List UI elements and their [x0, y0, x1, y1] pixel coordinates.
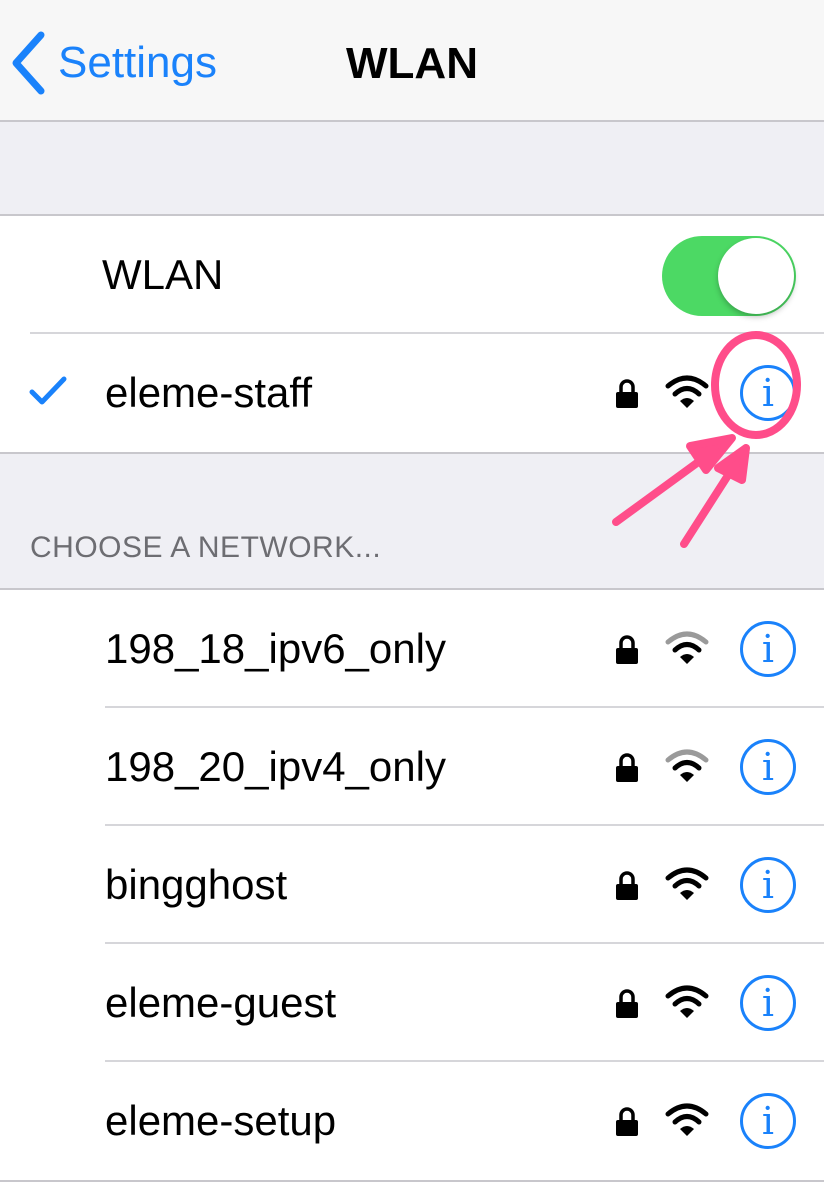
info-icon[interactable]: i	[740, 739, 796, 795]
lock-icon	[616, 871, 638, 900]
info-icon[interactable]: i	[740, 621, 796, 677]
network-name: eleme-guest	[105, 979, 337, 1026]
network-row[interactable]: 198_18_ipv6_only i	[0, 590, 824, 708]
network-row[interactable]: bingghost i	[0, 826, 824, 944]
network-row[interactable]: 198_20_ipv4_only i	[0, 708, 824, 826]
navigation-bar: Settings WLAN	[0, 0, 824, 122]
wlan-toggle-row: WLAN	[0, 216, 824, 334]
wlan-group: WLAN eleme-staff i	[0, 214, 824, 454]
network-name: bingghost	[105, 861, 288, 908]
info-icon[interactable]: i	[740, 975, 796, 1031]
info-icon[interactable]: i	[740, 857, 796, 913]
pointer-arrow	[680, 444, 750, 548]
checkmark-icon	[29, 376, 67, 405]
toggle-knob	[718, 238, 794, 314]
network-row[interactable]: eleme-setup i	[0, 1062, 824, 1180]
network-name: 198_20_ipv4_only	[105, 743, 446, 790]
wlan-toggle-switch[interactable]	[662, 236, 796, 316]
connected-network-row[interactable]: eleme-staff i	[0, 334, 824, 452]
wifi-icon	[665, 985, 709, 1018]
wlan-toggle-label: WLAN	[102, 251, 224, 298]
network-name: 198_18_ipv6_only	[105, 625, 446, 672]
lock-icon	[616, 379, 638, 408]
wifi-icon	[665, 1103, 709, 1136]
lock-icon	[616, 989, 638, 1018]
wifi-icon	[665, 749, 709, 782]
network-name: eleme-setup	[105, 1097, 337, 1144]
lock-icon	[616, 753, 638, 782]
lock-icon	[616, 635, 638, 664]
connected-network-name: eleme-staff	[105, 369, 312, 416]
info-icon[interactable]: i	[740, 1093, 796, 1149]
network-row[interactable]: eleme-guest i	[0, 944, 824, 1062]
wifi-icon	[665, 375, 709, 408]
info-icon[interactable]: i	[740, 365, 796, 421]
wifi-icon	[665, 867, 709, 900]
wifi-icon	[665, 631, 709, 664]
lock-icon	[616, 1107, 638, 1136]
network-list: 198_18_ipv6_only i 198_20_ipv4_only i bi…	[0, 588, 824, 1182]
section-header: CHOOSE A NETWORK...	[30, 531, 382, 564]
page-title: WLAN	[346, 39, 478, 88]
